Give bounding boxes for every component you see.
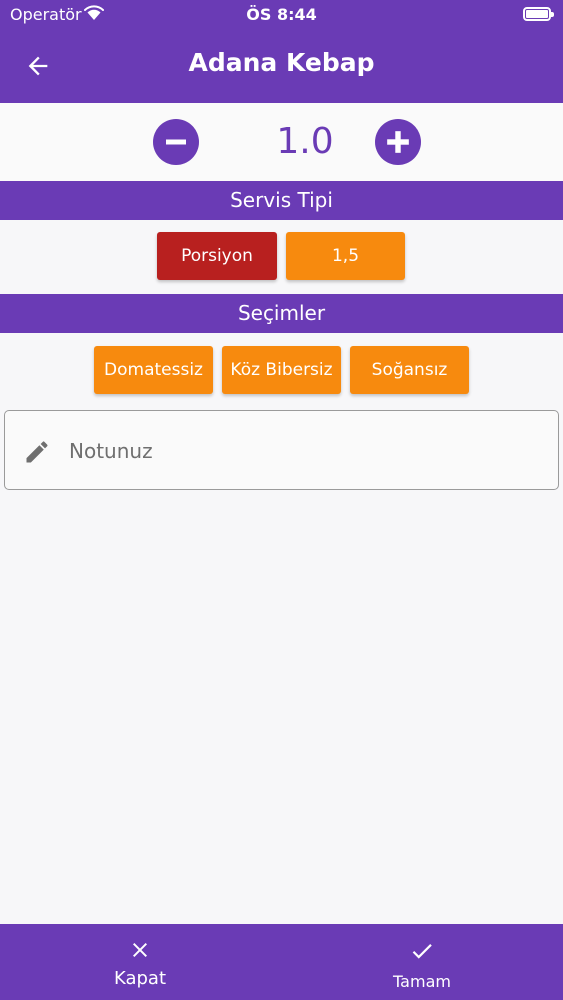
selection-sogansiz[interactable]: Soğansız bbox=[350, 346, 469, 394]
ok-label: Tamam bbox=[393, 972, 451, 991]
service-type-header: Servis Tipi bbox=[0, 181, 563, 220]
bottom-bar: Kapat Tamam bbox=[0, 924, 563, 1000]
service-option-1-5[interactable]: 1,5 bbox=[286, 232, 405, 280]
selections-header: Seçimler bbox=[0, 294, 563, 333]
page-title: Adana Kebap bbox=[188, 48, 375, 77]
plus-icon bbox=[387, 131, 409, 153]
close-button[interactable]: Kapat bbox=[90, 924, 190, 1000]
check-icon bbox=[412, 944, 432, 959]
quantity-stepper: 1.0 bbox=[0, 103, 563, 181]
selection-domatessiz[interactable]: Domatessiz bbox=[94, 346, 213, 394]
close-icon bbox=[133, 943, 147, 957]
quantity-value: 1.0 bbox=[276, 121, 334, 162]
pencil-icon bbox=[26, 441, 48, 463]
minus-icon bbox=[166, 139, 186, 145]
service-option-porsiyon[interactable]: Porsiyon bbox=[157, 232, 277, 280]
decrease-quantity-button[interactable] bbox=[153, 119, 199, 165]
battery-icon bbox=[523, 7, 554, 21]
ok-button[interactable]: Tamam bbox=[372, 924, 472, 1000]
increase-quantity-button[interactable] bbox=[375, 119, 421, 165]
note-input[interactable] bbox=[69, 431, 539, 471]
note-field[interactable] bbox=[4, 410, 559, 490]
close-label: Kapat bbox=[113, 968, 167, 989]
status-bar: Operatör ÖS 8:44 bbox=[0, 0, 563, 30]
back-button[interactable] bbox=[22, 50, 54, 82]
selection-koz-bibersiz[interactable]: Köz Bibersiz bbox=[222, 346, 341, 394]
status-time: ÖS 8:44 bbox=[246, 5, 317, 24]
app-bar: Operatör ÖS 8:44 Adana Kebap bbox=[0, 0, 563, 103]
arrow-left-icon bbox=[28, 56, 48, 76]
